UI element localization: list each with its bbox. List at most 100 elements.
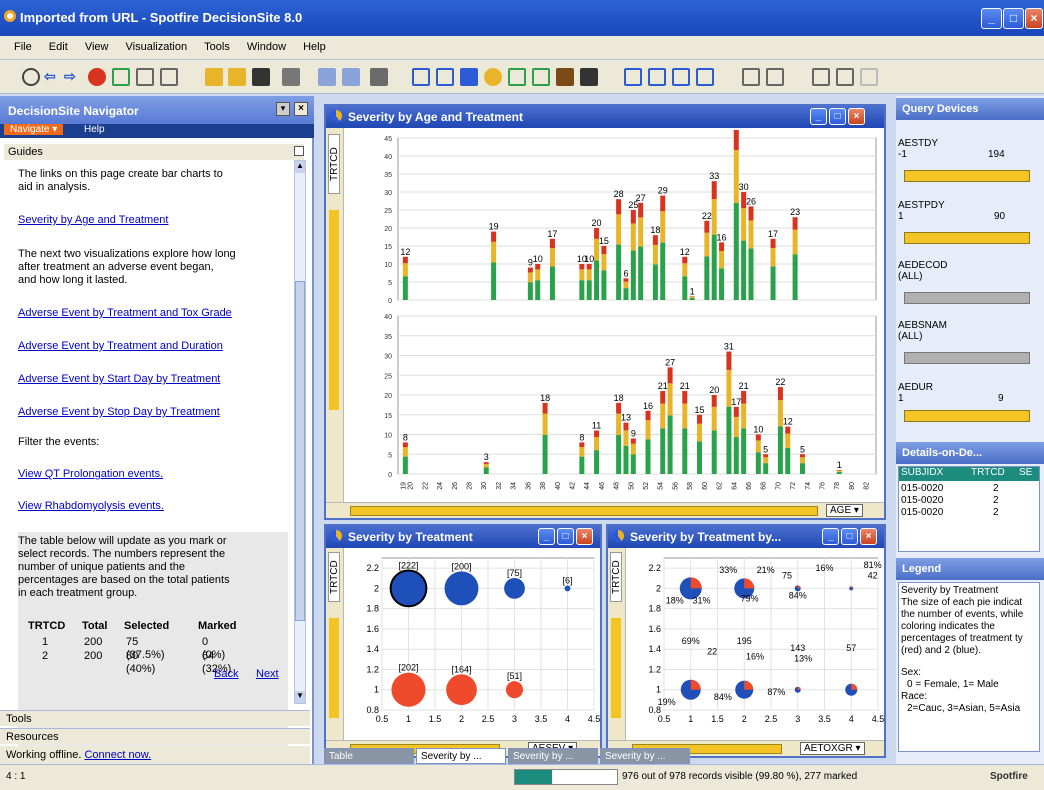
close-button[interactable]: × [576,528,593,545]
table-row[interactable]: 015-0020 2 [901,495,999,506]
table-row[interactable]: 015-0020 2 [901,507,999,518]
link-rhabdomyolysis[interactable]: View Rhabdomyolysis events. [18,500,164,513]
layout-2-icon[interactable] [648,68,666,86]
navigator-close-button[interactable]: × [294,102,308,116]
menu-tools[interactable]: Tools [204,41,230,53]
minimize-button[interactable]: _ [810,108,827,125]
bar-segment-green [689,298,695,300]
minimize-button[interactable]: _ [981,8,1002,29]
copy-icon[interactable] [318,68,336,86]
layout-4-icon[interactable] [696,68,714,86]
back-icon[interactable]: ⇦ [44,68,62,86]
pie-chart-icon[interactable] [484,68,502,86]
maximize-button[interactable]: □ [557,528,574,545]
trtcd-axis-strip[interactable]: TRTCD [326,128,344,502]
x-tick-label: 0.5 [376,714,389,724]
aetoxgr-axis-dropdown[interactable]: AETOXGR ▾ [800,742,865,755]
close-button[interactable]: × [860,528,877,545]
profile-chart-icon[interactable] [532,68,550,86]
menu-window[interactable]: Window [247,41,286,53]
navigator-pin-button[interactable]: ▾ [276,102,290,116]
age-axis-scrollbar[interactable]: AGE ▾ [326,502,884,518]
aedur-range-slider[interactable] [904,410,1030,422]
scroll-up-icon[interactable]: ▲ [295,161,305,173]
aebsnam-selector[interactable] [904,352,1030,364]
link-ae-stop-day[interactable]: Adverse Event by Stop Day by Treatment [18,406,220,419]
bubble-point [564,585,571,592]
layout-3-icon[interactable] [672,68,690,86]
list-icon[interactable] [766,68,784,86]
close-button[interactable]: × [1025,8,1043,29]
open-folder-icon[interactable] [228,68,246,86]
back-link[interactable]: Back [214,668,238,681]
menu-view[interactable]: View [85,41,109,53]
resources-section-header[interactable]: Resources [0,728,310,744]
stop-icon[interactable] [88,68,106,86]
query-value: (ALL) [898,331,923,342]
table-icon[interactable] [580,68,598,86]
menu-edit[interactable]: Edit [49,41,68,53]
age-axis-dropdown[interactable]: AGE ▾ [826,504,863,517]
menu-help[interactable]: Help [303,41,326,53]
maximize-button[interactable]: □ [829,108,846,125]
link-ae-tox-grade[interactable]: Adverse Event by Treatment and Tox Grade [18,307,232,320]
tile-icon[interactable] [860,68,878,86]
scroll-thumb[interactable] [295,281,305,621]
tools-section-header[interactable]: Tools [0,710,310,726]
aestdy-range-slider[interactable] [904,170,1030,182]
trtcd-slider[interactable] [611,618,621,718]
refresh-icon[interactable] [112,68,130,86]
aedecod-selector[interactable] [904,292,1030,304]
trtcd-selector[interactable]: TRTCD [610,552,622,602]
table-row[interactable]: 015-0020 2 [901,483,999,494]
maximize-button[interactable]: □ [1003,8,1024,29]
print-icon[interactable] [282,68,300,86]
navigate-tab[interactable]: Navigate ▾ [4,124,64,135]
link-qt-prolongation[interactable]: View QT Prolongation events. [18,468,163,481]
menu-file[interactable]: File [14,41,32,53]
forward-icon[interactable]: ⇨ [64,68,82,86]
link-ae-start-day[interactable]: Adverse Event by Start Day by Treatment [18,373,220,386]
scroll-down-icon[interactable]: ▼ [295,691,305,703]
trtcd-slider[interactable] [329,210,339,410]
open-icon[interactable] [205,68,223,86]
trtcd-selector[interactable]: TRTCD [328,552,340,602]
trtcd-slider[interactable] [329,618,339,718]
home-icon[interactable] [22,68,40,86]
tab-severity-2[interactable]: Severity by ... [508,748,598,764]
favorites-icon[interactable] [160,68,178,86]
minimize-button[interactable]: _ [822,528,839,545]
link-ae-duration[interactable]: Adverse Event by Treatment and Duration [18,340,223,353]
bar-chart-icon[interactable] [460,68,478,86]
next-link[interactable]: Next [256,668,279,681]
format-icon[interactable] [370,68,388,86]
properties-icon[interactable] [742,68,760,86]
age-range-slider[interactable] [350,506,818,516]
line-chart-icon[interactable] [508,68,526,86]
heatmap-icon[interactable] [556,68,574,86]
help-tab[interactable]: Help [84,124,105,135]
maximize-button[interactable]: □ [841,528,858,545]
save-icon[interactable] [252,68,270,86]
close-button[interactable]: × [848,108,865,125]
tab-severity-3[interactable]: Severity by ... [600,748,690,764]
new-window-icon[interactable] [836,68,854,86]
minimize-button[interactable]: _ [538,528,555,545]
tab-severity-1[interactable]: Severity by ... [416,748,506,764]
trtcd-axis-strip[interactable]: TRTCD [608,548,626,740]
guides-collapse-icon[interactable] [294,146,304,156]
tab-table[interactable]: Table [324,748,414,764]
trtcd-selector[interactable]: TRTCD [328,134,340,194]
aestpdy-range-slider[interactable] [904,232,1030,244]
3d-scatter-icon[interactable] [436,68,454,86]
layout-1-icon[interactable] [624,68,642,86]
trtcd-axis-strip[interactable]: TRTCD [326,548,344,740]
scatter-plot-icon[interactable] [412,68,430,86]
guides-scrollbar[interactable]: ▲ ▼ [294,160,306,704]
window-icon[interactable] [812,68,830,86]
connect-now-link[interactable]: Connect now. [84,749,151,761]
link-severity-age-treatment[interactable]: Severity by Age and Treatment [18,214,168,227]
menu-visualization[interactable]: Visualization [126,41,188,53]
tools-icon[interactable] [136,68,154,86]
paste-icon[interactable] [342,68,360,86]
